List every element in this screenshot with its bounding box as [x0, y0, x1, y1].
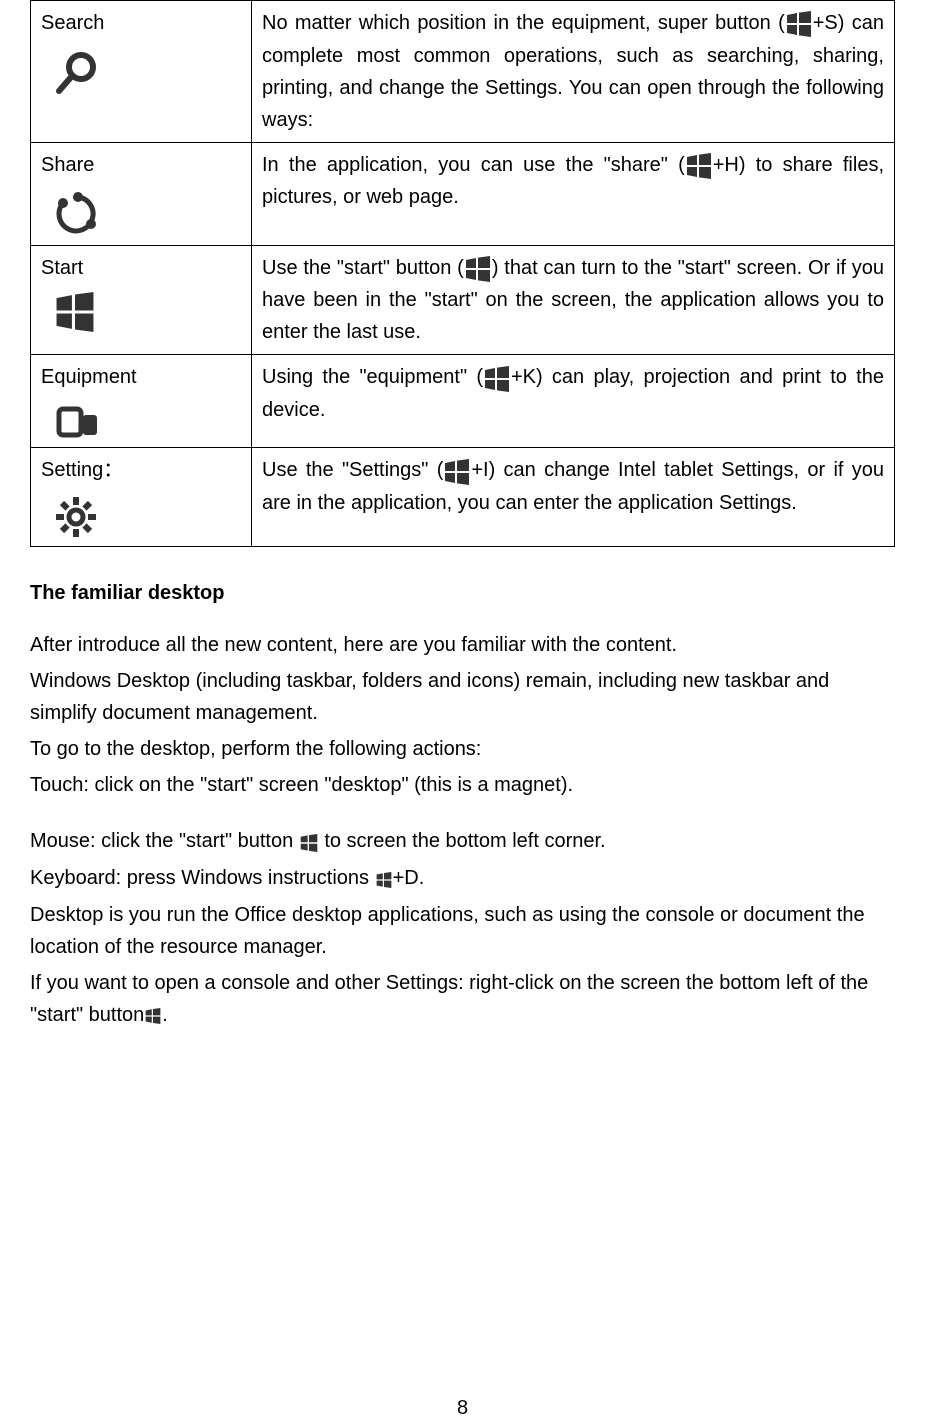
windows-key-icon: [299, 826, 319, 858]
row-label: Equipment: [41, 366, 137, 388]
row-label-cell: Share: [31, 142, 252, 245]
desc-text: Using the "equipment" (: [262, 366, 483, 388]
shortcut-text: +S): [813, 12, 845, 34]
row-desc-cell: Use the "Settings" (+I) can change Intel…: [252, 448, 895, 547]
shortcut-text: +K): [511, 366, 543, 388]
shortcut-text: +I): [471, 459, 495, 481]
body-text: Keyboard: press Windows instructions: [30, 867, 375, 889]
row-label-cell: Equipment: [31, 355, 252, 448]
row-label-cell: Search: [31, 1, 252, 143]
body-paragraph: Keyboard: press Windows instructions +D.: [30, 862, 895, 895]
body-text: +D.: [393, 867, 425, 889]
section-heading: The familiar desktop: [30, 577, 895, 609]
windows-key-icon: [144, 1000, 162, 1032]
table-row: Search No matter which position in the e…: [31, 1, 895, 143]
windows-key-icon: [375, 863, 393, 895]
search-icon: [53, 47, 241, 97]
windows-key-icon: [483, 362, 511, 394]
table-row: Equipment Using the "equipment" (+K) can…: [31, 355, 895, 448]
desc-text: Use the "Settings" (: [262, 459, 443, 481]
desc-text: In the application, you can use the "sha…: [262, 154, 685, 176]
devices-icon: [53, 401, 241, 441]
row-label: Search: [41, 12, 104, 34]
share-icon: [53, 189, 241, 239]
row-desc-cell: Use the "start" button () that can turn …: [252, 245, 895, 355]
table-row: Start Use the "start" button () that can…: [31, 245, 895, 355]
body-text: to screen the bottom left corner.: [319, 830, 606, 852]
table-row: Share In the application, you can use th…: [31, 142, 895, 245]
row-desc-cell: No matter which position in the equipmen…: [252, 1, 895, 143]
page-number: 8: [30, 1392, 895, 1424]
body-text: Mouse: click the "start" button: [30, 830, 299, 852]
body-text: .: [162, 1004, 168, 1026]
shortcut-text: ): [492, 257, 499, 279]
row-label-cell: Setting：: [31, 448, 252, 547]
desc-text: No matter which position in the equipmen…: [262, 12, 785, 34]
windows-key-icon: [443, 455, 471, 487]
body-paragraph: If you want to open a console and other …: [30, 967, 895, 1032]
windows-key-icon: [464, 252, 492, 284]
table-row: Setting：: [31, 448, 895, 547]
body-paragraph: To go to the desktop, perform the follow…: [30, 733, 895, 765]
windows-key-icon: [685, 149, 713, 181]
row-label: Setting：: [41, 459, 123, 481]
body-paragraph: Desktop is you run the Office desktop ap…: [30, 899, 895, 963]
row-desc-cell: Using the "equipment" (+K) can play, pro…: [252, 355, 895, 448]
body-paragraph: Mouse: click the "start" button to scree…: [30, 825, 895, 858]
row-label: Start: [41, 257, 83, 279]
row-desc-cell: In the application, you can use the "sha…: [252, 142, 895, 245]
body-paragraph: Windows Desktop (including taskbar, fold…: [30, 665, 895, 729]
desc-text: Use the "start" button (: [262, 257, 464, 279]
windows-key-icon: [785, 8, 813, 40]
row-label-cell: Start: [31, 245, 252, 355]
start-icon: [53, 292, 241, 332]
charms-table: Search No matter which position in the e…: [30, 0, 895, 547]
body-paragraph: Touch: click on the "start" screen "desk…: [30, 769, 895, 801]
shortcut-text: +H): [713, 154, 746, 176]
row-label: Share: [41, 154, 94, 176]
body-paragraph: After introduce all the new content, her…: [30, 629, 895, 661]
settings-icon: [53, 494, 241, 540]
